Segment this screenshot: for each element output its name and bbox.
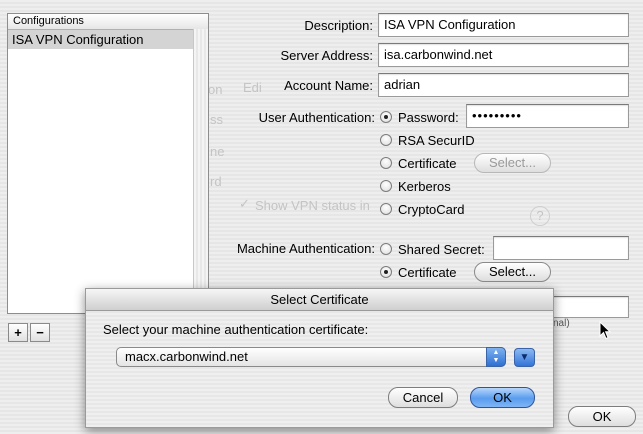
rsa-securid-label[interactable]: RSA SecurID: [398, 133, 475, 148]
ghost-help-icon: ?: [530, 206, 550, 226]
sheet-title: Select Certificate: [86, 289, 553, 311]
shared-secret-radio[interactable]: [380, 243, 392, 255]
list-scrollbar[interactable]: [193, 29, 208, 313]
user-certificate-label[interactable]: Certificate: [398, 156, 457, 171]
password-radio[interactable]: [380, 111, 392, 123]
rsa-securid-radio[interactable]: [380, 134, 392, 146]
remove-configuration-button[interactable]: −: [30, 323, 50, 342]
account-name-field[interactable]: adrian: [378, 73, 629, 97]
password-field[interactable]: •••••••••: [466, 104, 629, 128]
user-certificate-radio[interactable]: [380, 157, 392, 169]
ghost-rd-text: rd: [210, 174, 222, 189]
shared-secret-label[interactable]: Shared Secret:: [398, 242, 485, 257]
ghost-on-text: on: [208, 82, 223, 97]
machine-certificate-select-button[interactable]: Select...: [474, 262, 551, 282]
configurations-list[interactable]: Configurations ISA VPN Configuration: [7, 13, 209, 314]
machine-authentication-label: Machine Authentication:: [236, 241, 375, 256]
disclosure-triangle-icon[interactable]: ▼: [514, 348, 535, 367]
certificate-popup-value: macx.carbonwind.net: [125, 349, 248, 364]
ghost-ss-text: ss: [210, 112, 223, 127]
ok-button[interactable]: OK: [568, 406, 636, 427]
ghost-edit-text: Edi: [243, 80, 262, 95]
kerberos-radio[interactable]: [380, 180, 392, 192]
certificate-popup[interactable]: macx.carbonwind.net ▲ ▼: [116, 347, 506, 367]
description-field[interactable]: ISA VPN Configuration: [378, 13, 629, 37]
server-address-label: Server Address:: [280, 48, 374, 63]
partial-field[interactable]: [553, 296, 629, 318]
machine-certificate-label[interactable]: Certificate: [398, 265, 457, 280]
configurations-header[interactable]: Configurations: [8, 14, 208, 30]
shared-secret-field[interactable]: [493, 236, 629, 260]
ghost-show-vpn-status: Show VPN status in: [255, 198, 370, 213]
list-item[interactable]: ISA VPN Configuration: [8, 30, 194, 49]
popup-arrows-icon: ▲ ▼: [486, 347, 506, 367]
user-authentication-label: User Authentication:: [258, 110, 375, 125]
cancel-button[interactable]: Cancel: [388, 387, 458, 408]
add-configuration-button[interactable]: +: [8, 323, 28, 342]
sheet-prompt: Select your machine authentication certi…: [103, 322, 369, 337]
select-certificate-sheet: Select Certificate Select your machine a…: [85, 288, 554, 428]
server-address-field[interactable]: isa.carbonwind.net: [378, 43, 629, 67]
cryptocard-label[interactable]: CryptoCard: [398, 202, 464, 217]
account-name-label: Account Name:: [284, 78, 373, 93]
ghost-checkmark-icon: ✓: [239, 196, 250, 211]
sheet-ok-button[interactable]: OK: [470, 387, 535, 408]
password-radio-label[interactable]: Password:: [398, 110, 459, 125]
ghost-optional-text: nal): [553, 318, 570, 329]
machine-certificate-radio[interactable]: [380, 266, 392, 278]
description-label: Description:: [304, 18, 373, 33]
cryptocard-radio[interactable]: [380, 203, 392, 215]
user-certificate-select-button[interactable]: Select...: [474, 153, 551, 173]
ghost-ne-text: ne: [210, 144, 225, 159]
kerberos-label[interactable]: Kerberos: [398, 179, 451, 194]
mouse-pointer-icon: [599, 321, 611, 340]
